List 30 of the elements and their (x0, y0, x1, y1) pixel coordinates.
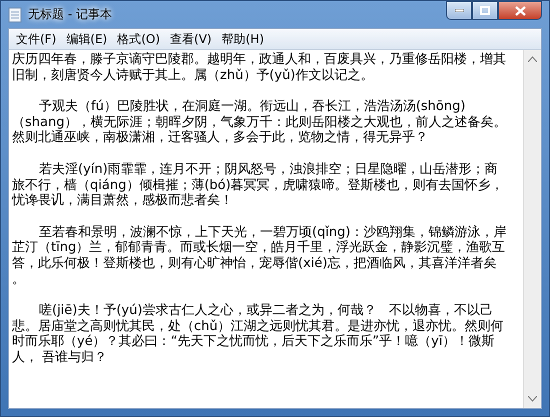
maximize-button[interactable] (472, 1, 498, 20)
menu-item[interactable]: 文件(F) (11, 30, 62, 48)
minimize-button[interactable] (446, 1, 472, 20)
minimize-icon (454, 9, 464, 12)
text-line: 悲。居庙堂之高则忧其民，处（chǔ）江湖之远则忧其君。是进亦忧，退亦忧。然则何 (12, 318, 505, 334)
maximize-icon (480, 6, 490, 15)
scrollbar[interactable] (523, 50, 541, 408)
text-line: 旅不行，樯（qiáng）倾楫摧；薄(bó)暮冥冥，虎啸猿啼。登斯楼也，则有去国怀乡， (12, 178, 505, 193)
close-button[interactable] (498, 1, 542, 20)
text-line: 嗟(jiē)夫！予(yú)尝求古仁人之心，或异二者之为，何哉？ 不以物喜，不以己 (38, 303, 494, 319)
notepad-icon (8, 6, 22, 22)
close-icon (514, 6, 526, 16)
menu-item[interactable]: 编辑(E) (61, 30, 112, 48)
text-line: 忧谗畏讥，满目萧然，感极而悲者矣！ (12, 193, 234, 209)
text-line: （shang），横无际涯；朝晖夕阴，气象万千：此则岳阳楼之大观也，前人之述备矣。 (12, 114, 508, 130)
text-line: 人， 吾谁与归？ (12, 350, 108, 366)
menu-item[interactable]: 查看(V) (165, 30, 217, 48)
menu-item[interactable]: 帮助(H) (216, 30, 269, 48)
menu-item[interactable]: 格式(O) (112, 30, 166, 48)
text-line: 予观夫（fú）巴陵胜状，在洞庭一湖。衔远山，吞长江，浩浩汤汤(shōng) (38, 99, 466, 115)
text-line: 时而乐耶（yé）？其必曰：“先天下之忧而忧，后天下之乐而乐”乎！噫（yī）！微斯 (12, 334, 496, 350)
text-line: 。 (12, 272, 26, 288)
window-title: 无标题 - 记事本 (28, 6, 113, 23)
text-line: 庆历四年春，滕子京谪守巴陵郡。越明年，政通人和，百废具兴，乃重修岳阳楼，增其 (12, 52, 507, 68)
text-line: 芷汀（tīng）兰，郁郁青青。而或长烟一空，皓月千里，浮光跃金，静影沉璧，渔歌互 (12, 240, 506, 256)
text-line: 旧制，刻唐贤今人诗赋于其上。属（zhǔ）予(yǔ)作文以记之。 (12, 68, 374, 84)
text-line: 至若春和景明，波澜不惊，上下天光，一碧万顷(qǐng)：沙鸥翔集，锦鳞游泳，岸 (38, 224, 508, 240)
text-line: 然则北通巫峡，南极潇湘，迁客骚人，多会于此，览物之情，得无异乎？ (12, 130, 429, 146)
text-line: 若夫淫(yín)雨霏霏，连月不开；阴风怒号，浊浪排空；日星隐曜，山岳潜形；商 (38, 162, 499, 178)
text-line: 答，此乐何极！登斯楼也，则有心旷神怡，宠辱偕(xié)忘，把酒临风，其喜洋洋者矣 (12, 256, 498, 272)
